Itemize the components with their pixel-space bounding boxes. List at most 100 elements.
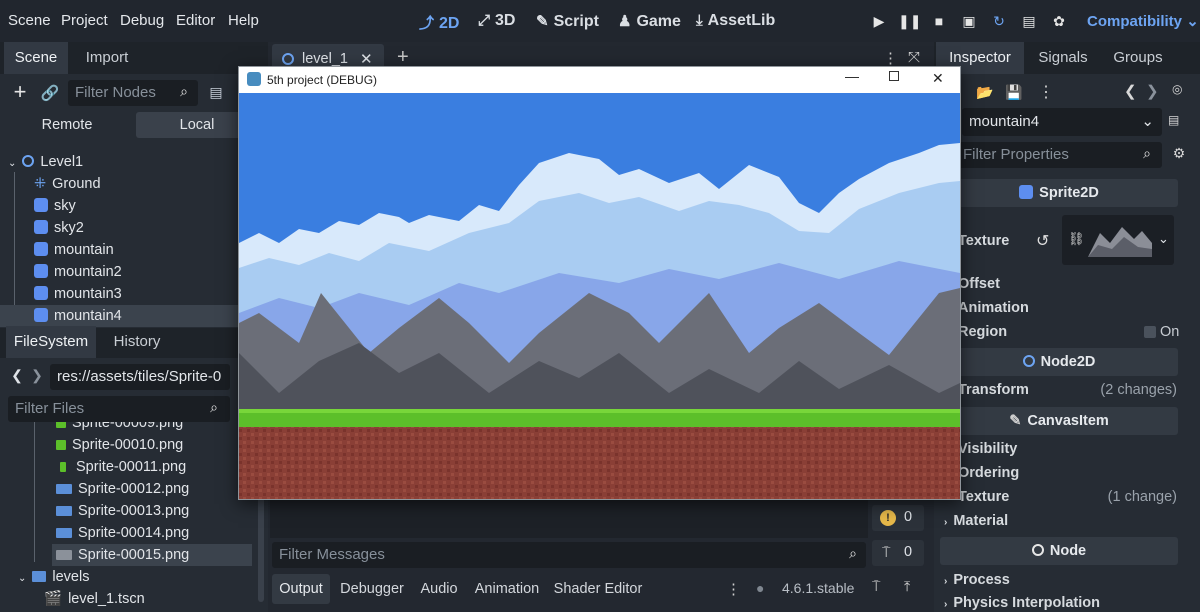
tree-node-mountain3[interactable]: mountain3: [0, 283, 237, 305]
image-file-icon: [56, 440, 66, 450]
add-node-icon[interactable]: +: [10, 81, 30, 103]
tree-node-mountain4[interactable]: mountain4: [0, 305, 240, 327]
prop-texture2-label[interactable]: Texture: [958, 489, 1009, 505]
filter-files-input[interactable]: Filter Files: [8, 396, 230, 422]
section-sprite2d[interactable]: Sprite2D: [940, 179, 1178, 207]
tree-guide-line: [34, 422, 35, 562]
attach-script-icon[interactable]: ▤: [207, 84, 225, 101]
section-node2d[interactable]: Node2D: [940, 348, 1178, 376]
file-item[interactable]: Sprite-00012.png: [56, 478, 189, 500]
link-icon: ⛓: [1068, 231, 1085, 246]
prop-process-label[interactable]: › Process: [944, 572, 1010, 588]
docs-icon[interactable]: ◎: [1172, 82, 1182, 96]
prop-ordering-label[interactable]: Ordering: [958, 465, 1019, 481]
tab-import[interactable]: Import: [76, 42, 138, 74]
file-item[interactable]: Sprite-00014.png: [56, 522, 189, 544]
image-file-icon: [56, 422, 66, 428]
region-checkbox[interactable]: [1144, 326, 1156, 338]
tab-history[interactable]: History: [104, 326, 170, 358]
warnings-filter-button[interactable]: ! 0: [872, 505, 924, 531]
tab-animation[interactable]: Animation: [470, 574, 544, 604]
menu-project[interactable]: Project: [61, 12, 108, 29]
workspace-assetlib-button[interactable]: ⤓ AssetLib: [696, 12, 775, 30]
tab-scene[interactable]: Scene: [4, 42, 68, 74]
stop-icon[interactable]: ■: [928, 11, 950, 33]
section-node[interactable]: Node: [940, 537, 1178, 565]
play-scene-icon[interactable]: ▤: [1018, 11, 1040, 33]
prop-material-label[interactable]: › Material: [944, 513, 1008, 529]
tab-output[interactable]: Output: [272, 574, 330, 604]
menu-help[interactable]: Help: [228, 12, 259, 29]
renderer-select[interactable]: Compatibility ⌄: [1087, 12, 1199, 30]
menu-editor[interactable]: Editor: [176, 12, 215, 29]
tab-shader-editor[interactable]: Shader Editor: [552, 574, 644, 604]
workspace-script-button[interactable]: ✎ Script: [536, 12, 599, 31]
more-icon[interactable]: ⋮: [883, 49, 898, 67]
maximize-icon[interactable]: [889, 71, 899, 81]
docs-icon[interactable]: ▤: [1168, 113, 1179, 127]
history-forward-icon[interactable]: ❯: [1146, 82, 1159, 100]
file-item[interactable]: Sprite-00010.png: [56, 434, 183, 456]
close-icon[interactable]: ✕: [932, 70, 944, 87]
forward-icon[interactable]: ❯: [30, 367, 44, 384]
tab-audio[interactable]: Audio: [414, 574, 464, 604]
pause-icon[interactable]: ❚❚: [898, 11, 921, 33]
more-icon[interactable]: ⋮: [1038, 82, 1054, 102]
history-back-icon[interactable]: ❮: [1124, 82, 1137, 100]
tree-node-sky[interactable]: sky: [0, 195, 237, 217]
section-canvasitem[interactable]: ✎ CanvasItem: [940, 407, 1178, 435]
remote-debug-icon[interactable]: ▣: [958, 11, 980, 33]
errors-filter-button[interactable]: ⍑ 0: [872, 540, 924, 566]
node-name-select[interactable]: mountain4 ⌄: [962, 108, 1162, 136]
filter-properties-input[interactable]: Filter Properties: [956, 142, 1162, 168]
prop-offset-label[interactable]: Offset: [958, 276, 1000, 292]
movie-maker-icon[interactable]: ✿: [1048, 11, 1070, 33]
prop-animation-label[interactable]: Animation: [958, 300, 1029, 316]
filter-messages-input[interactable]: Filter Messages: [272, 542, 866, 568]
prop-physics-label[interactable]: › Physics Interpolation: [944, 595, 1100, 611]
menu-debug[interactable]: Debug: [120, 12, 164, 29]
tree-node-sky2[interactable]: sky2: [0, 217, 237, 239]
save-icon[interactable]: 💾: [1005, 84, 1022, 101]
reset-icon[interactable]: ↺: [1036, 231, 1049, 251]
link-icon[interactable]: 🔗: [40, 84, 60, 102]
reload-icon[interactable]: ↻: [988, 11, 1010, 33]
prop-transform-label[interactable]: Transform: [958, 382, 1029, 398]
game-window-titlebar[interactable]: 5th project (DEBUG) — ✕: [239, 67, 960, 93]
file-item-selected[interactable]: Sprite-00015.png: [52, 544, 252, 566]
prop-region-label[interactable]: Region: [958, 324, 1007, 340]
tab-filesystem[interactable]: FileSystem: [6, 326, 96, 358]
tree-node-ground[interactable]: ⁜ Ground: [0, 173, 237, 195]
tree-node-level1[interactable]: ⌄ Level1: [0, 151, 237, 173]
tab-signals[interactable]: Signals: [1030, 42, 1096, 74]
remote-tree-button[interactable]: Remote: [8, 112, 126, 138]
workspace-3d-button[interactable]: ⤢ 3D: [478, 12, 515, 30]
tab-groups[interactable]: Groups: [1104, 42, 1172, 74]
more-icon[interactable]: ⋮: [726, 580, 741, 598]
path-input[interactable]: res://assets/tiles/Sprite-0: [50, 364, 230, 390]
game-debug-window[interactable]: 5th project (DEBUG) — ✕: [238, 66, 961, 500]
open-resource-icon[interactable]: 📂: [976, 84, 993, 101]
node2d-icon: [1022, 355, 1035, 367]
expand-panel-icon[interactable]: ⤒: [904, 578, 910, 595]
file-item[interactable]: Sprite-00009.png: [56, 422, 183, 434]
file-item[interactable]: Sprite-00013.png: [56, 500, 189, 522]
file-item-scene[interactable]: 🎬 level_1.tscn: [44, 588, 145, 610]
prop-visibility-label[interactable]: Visibility: [958, 441, 1017, 457]
play-icon[interactable]: ▶: [868, 11, 890, 33]
workspace-game-button[interactable]: ♟ Game: [618, 12, 681, 31]
menu-scene[interactable]: Scene: [8, 12, 51, 29]
tab-debugger[interactable]: Debugger: [336, 574, 408, 604]
folder-item-levels[interactable]: ⌄ levels: [18, 566, 89, 588]
texture-picker[interactable]: ⛓ ⌄: [1062, 215, 1174, 265]
game-viewport[interactable]: [239, 93, 960, 499]
minimize-icon[interactable]: —: [845, 68, 859, 84]
file-item[interactable]: Sprite-00011.png: [56, 456, 186, 478]
workspace-2d-button[interactable]: ⤴ 2D: [419, 12, 459, 33]
tree-node-mountain[interactable]: mountain: [0, 239, 237, 261]
back-icon[interactable]: ❮: [10, 367, 24, 384]
tree-node-mountain2[interactable]: mountain2: [0, 261, 237, 283]
distraction-free-icon[interactable]: ⤧: [908, 49, 920, 66]
tool-icon[interactable]: ⚙: [1170, 145, 1188, 162]
pin-icon[interactable]: ⍑: [872, 578, 880, 595]
